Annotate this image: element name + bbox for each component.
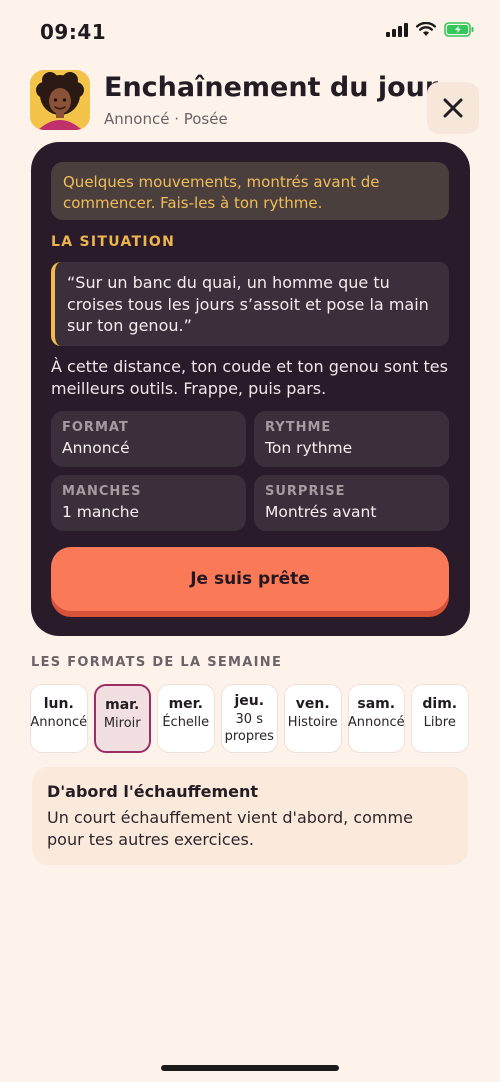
week-formats-label: LES FORMATS DE LA SEMAINE	[31, 655, 283, 670]
cellular-signal-icon	[386, 22, 408, 37]
format-value: Annoncé	[62, 439, 130, 457]
close-icon	[443, 98, 463, 118]
day-format: Histoire	[287, 715, 338, 730]
status-bar: 09:41	[0, 0, 500, 60]
warmup-text: Un court échauffement vient d'abord, com…	[47, 808, 413, 849]
day-chip-tuesday[interactable]: mar. Miroir	[93, 684, 151, 753]
day-chip-thursday[interactable]: jeu. 30 s propres	[220, 684, 278, 753]
surprise-value: Montrés avant	[265, 503, 377, 521]
exercise-card: Quelques mouvements, montrés avant de co…	[31, 142, 470, 636]
rhythm-tile: RYTHME Ton rythme	[254, 411, 449, 467]
wifi-icon	[416, 22, 436, 36]
day-format: Annoncé	[347, 715, 405, 730]
day-name: mer.	[168, 696, 203, 712]
rhythm-value: Ton rythme	[265, 439, 353, 457]
ready-button[interactable]: Je suis prête	[51, 547, 449, 611]
day-name: mar.	[105, 697, 140, 713]
format-label: FORMAT	[62, 420, 129, 435]
battery-charging-icon	[444, 22, 474, 37]
warmup-card: D'abord l'échauffement Un court échauffe…	[32, 767, 468, 865]
status-time: 09:41	[40, 20, 107, 44]
format-tile: FORMAT Annoncé	[51, 411, 246, 467]
surprise-label: SURPRISE	[265, 484, 346, 499]
day-name: jeu.	[234, 693, 265, 709]
page-title: Enchaînement du jour	[104, 72, 439, 103]
home-indicator[interactable]	[161, 1065, 339, 1071]
coach-avatar	[30, 70, 90, 130]
day-chip-monday[interactable]: lun. Annoncé	[30, 684, 88, 753]
rounds-label: MANCHES	[62, 484, 142, 499]
close-button[interactable]	[427, 82, 479, 134]
rounds-value: 1 manche	[62, 503, 140, 521]
day-format: 30 s propres	[224, 712, 274, 744]
day-format: Miroir	[103, 716, 141, 731]
rhythm-label: RYTHME	[265, 420, 332, 435]
rounds-tile: MANCHES 1 manche	[51, 475, 246, 531]
day-chip-wednesday[interactable]: mer. Échelle	[157, 684, 215, 753]
day-format: Libre	[423, 715, 456, 730]
status-icons	[386, 22, 474, 37]
day-format: Échelle	[162, 715, 210, 730]
page-subtitle: Annoncé · Posée	[104, 110, 228, 128]
day-name: lun.	[43, 696, 74, 712]
warmup-title: D'abord l'échauffement	[47, 782, 259, 801]
day-format: Annoncé	[30, 715, 88, 730]
coach-avatar-icon	[30, 70, 90, 130]
day-name: dim.	[422, 696, 458, 712]
day-chip-sunday[interactable]: dim. Libre	[411, 684, 469, 753]
day-name: ven.	[295, 696, 330, 712]
day-chip-friday[interactable]: ven. Histoire	[284, 684, 342, 753]
situation-instructions: À cette distance, ton coude et ton genou…	[51, 357, 448, 398]
situation-label: LA SITUATION	[51, 234, 176, 250]
week-day-selector: lun. Annoncé mar. Miroir mer. Échelle je…	[30, 684, 469, 753]
day-chip-saturday[interactable]: sam. Annoncé	[347, 684, 405, 753]
situation-quote: “Sur un banc du quai, un homme que tu cr…	[51, 262, 449, 346]
day-name: sam.	[357, 696, 396, 712]
surprise-tile: SURPRISE Montrés avant	[254, 475, 449, 531]
intro-note: Quelques mouvements, montrés avant de co…	[51, 162, 449, 220]
